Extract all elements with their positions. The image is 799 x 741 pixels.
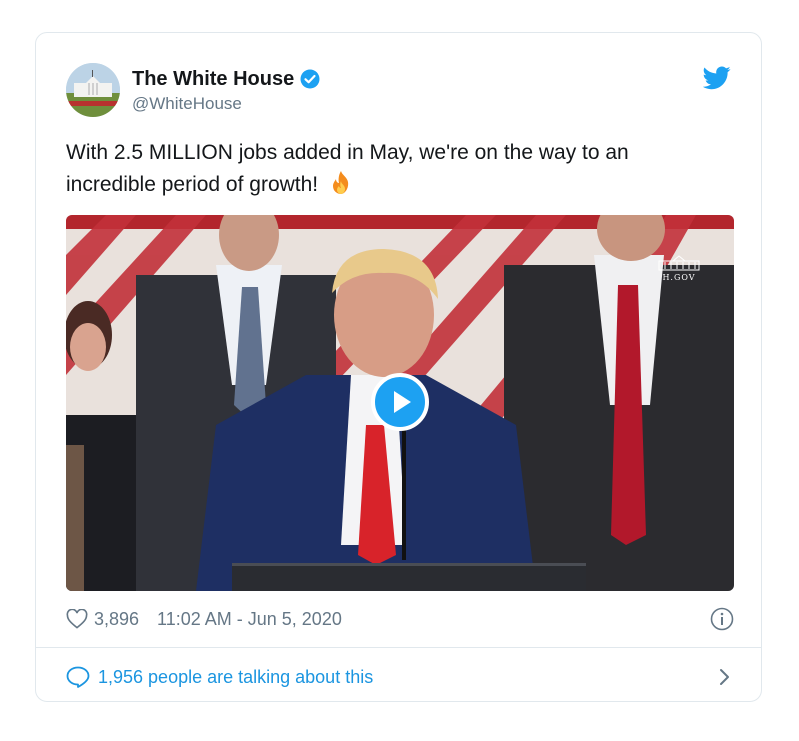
- verified-badge-icon: [300, 69, 320, 89]
- divider: [36, 647, 761, 648]
- fire-emoji-icon: [333, 171, 349, 194]
- like-count: 3,896: [94, 608, 140, 629]
- tweet-text: With 2.5 MILLION jobs added in May, we'r…: [66, 137, 726, 201]
- info-icon[interactable]: [710, 607, 734, 631]
- display-name-row[interactable]: The White House: [132, 67, 320, 91]
- play-button[interactable]: [371, 373, 429, 431]
- whitehouse-gov-watermark: H.GOV: [654, 255, 704, 282]
- video-thumbnail[interactable]: H.GOV: [66, 215, 734, 591]
- avatar[interactable]: [66, 63, 120, 117]
- reply-bubble-icon: [66, 666, 90, 688]
- tweet-card[interactable]: The White House @WhiteHouse With 2.5 MIL…: [35, 32, 762, 702]
- conversation-link[interactable]: 1,956 people are talking about this: [66, 663, 734, 691]
- display-name[interactable]: The White House: [132, 68, 294, 91]
- play-icon: [394, 391, 411, 413]
- tweet-timestamp[interactable]: 11:02 AM - Jun 5, 2020: [157, 609, 342, 630]
- heart-icon: [66, 609, 88, 629]
- account-handle[interactable]: @WhiteHouse: [132, 94, 320, 114]
- tweet-meta-row: 3,896 11:02 AM - Jun 5, 2020: [66, 605, 734, 633]
- tweet-text-line-2: incredible period of growth!: [66, 173, 319, 196]
- chevron-right-icon[interactable]: [714, 667, 734, 687]
- white-house-watermark-icon: [658, 255, 700, 271]
- twitter-bird-icon[interactable]: [703, 66, 731, 90]
- tweet-text-line-1: With 2.5 MILLION jobs added in May, we'r…: [66, 141, 629, 164]
- conversation-label[interactable]: 1,956 people are talking about this: [98, 667, 373, 688]
- like-button[interactable]: 3,896: [66, 609, 139, 630]
- white-house-avatar-icon: [66, 63, 120, 117]
- watermark-text: H.GOV: [662, 273, 696, 282]
